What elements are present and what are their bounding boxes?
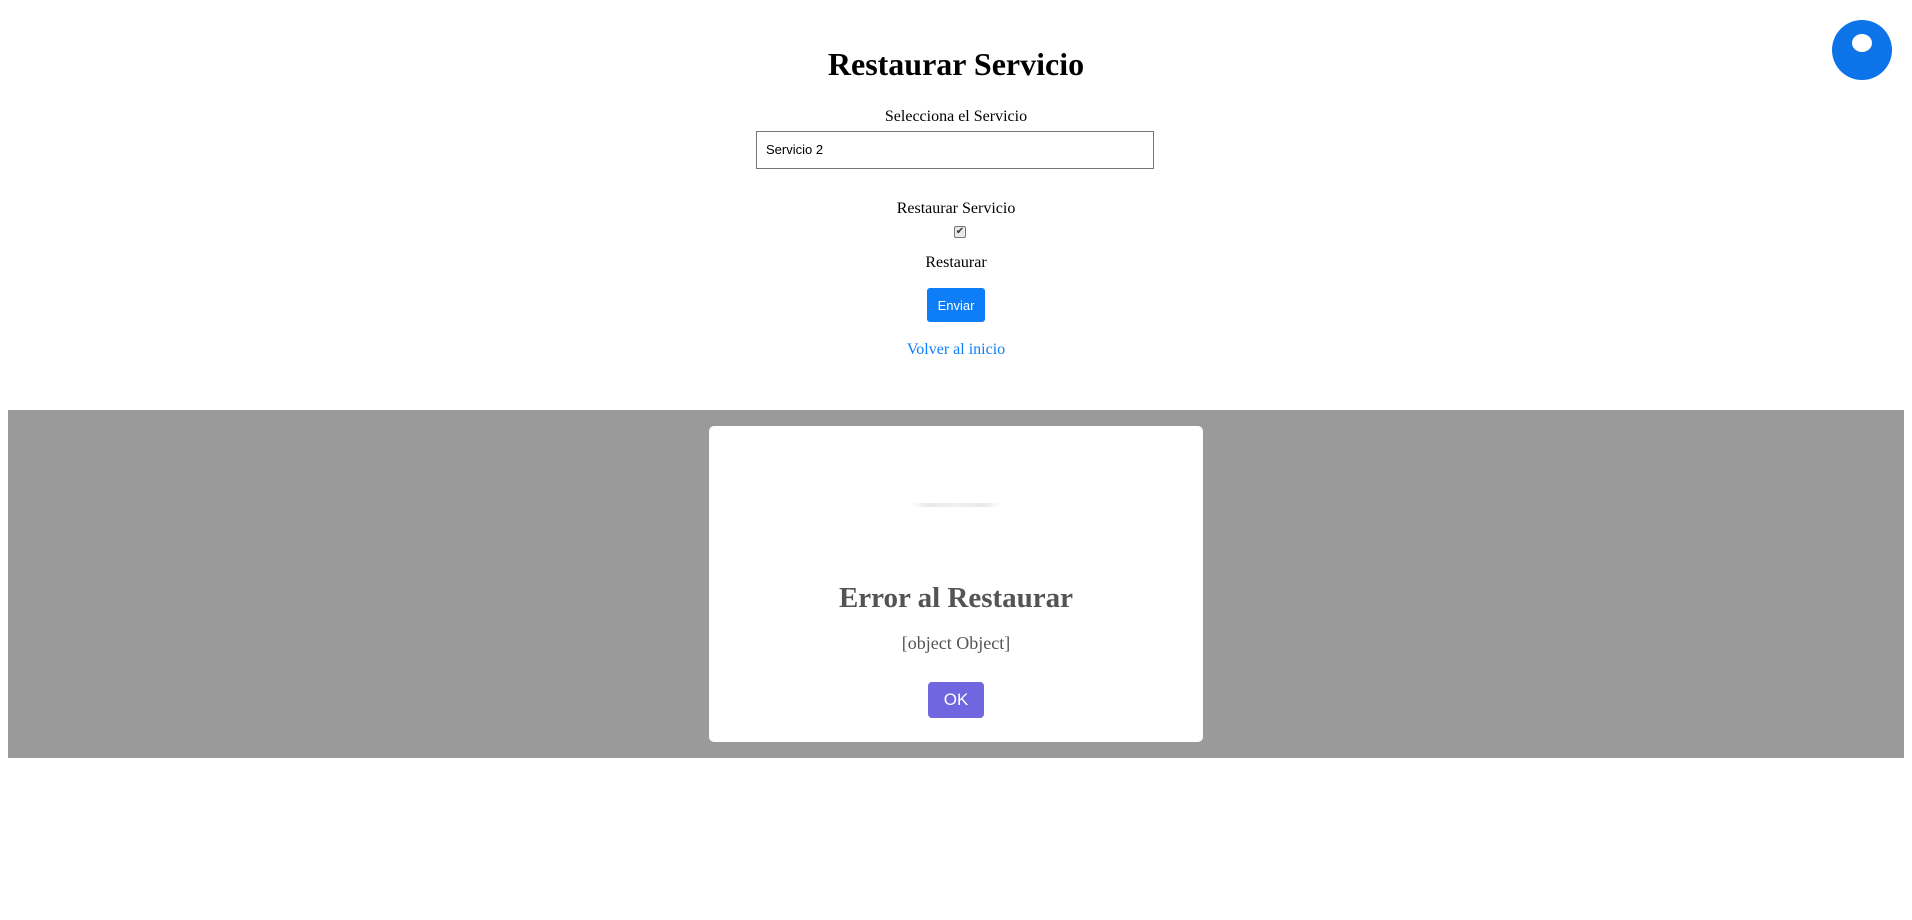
restore-checkbox-label: Restaurar Servicio xyxy=(896,200,1016,217)
page: Restaurar Servicio Selecciona el Servici… xyxy=(0,0,1912,920)
restore-text: Restaurar xyxy=(925,254,987,271)
back-home-link[interactable]: Volver al inicio xyxy=(0,341,1912,359)
ok-button[interactable]: OK xyxy=(928,682,984,718)
service-select-label: Selecciona el Servicio xyxy=(884,108,1028,125)
page-title: Restaurar Servicio xyxy=(827,46,1085,82)
dialog-title: Error al Restaurar xyxy=(838,582,1074,614)
service-select[interactable]: Servicio 2 xyxy=(756,131,1154,169)
dialog-message: [object Object] xyxy=(901,633,1011,653)
error-icon xyxy=(911,503,1001,507)
restore-checkbox[interactable]: ✔ xyxy=(954,226,966,238)
error-dialog: Error al Restaurar [object Object] OK xyxy=(709,426,1203,742)
submit-button[interactable]: Enviar xyxy=(927,288,985,322)
